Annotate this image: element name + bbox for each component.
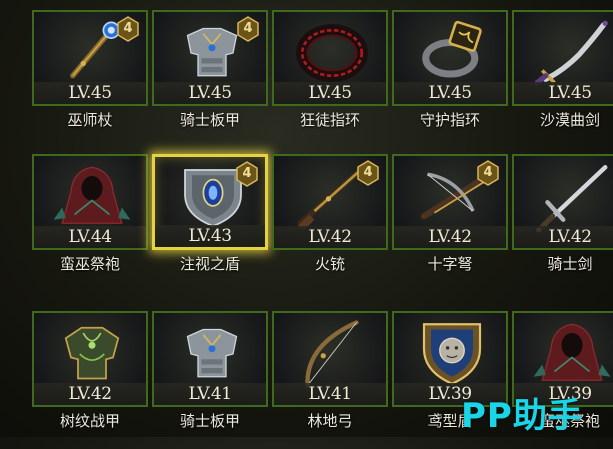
item-level: LV.41	[274, 383, 386, 405]
item-card[interactable]: LV.45	[272, 10, 388, 106]
item-slot[interactable]: 4 LV.42 十字弩	[392, 154, 512, 292]
inventory-grid: 4 LV.45 巫师杖 4 LV.45 骑士板甲 LV.45 狂徒指环 LV.4…	[0, 0, 613, 437]
scimitar-icon	[534, 20, 608, 86]
badge-count: 4	[483, 165, 493, 180]
item-name: 蛮巫祭袍	[59, 255, 120, 273]
item-name: 骑士板甲	[179, 111, 240, 129]
hex-badge-icon: 4	[236, 16, 260, 42]
item-name: 树纹战甲	[59, 412, 120, 430]
item-name: 巫师杖	[67, 111, 113, 129]
item-slot[interactable]: LV.42 骑士剑	[512, 154, 613, 292]
red-ring-icon	[296, 24, 368, 82]
item-card[interactable]: 4 LV.45	[152, 10, 268, 106]
watermark-text: PP助手	[461, 396, 583, 436]
item-card[interactable]: LV.45	[392, 10, 508, 106]
item-slot[interactable]: LV.42 树纹战甲	[32, 311, 152, 449]
hex-badge-icon: 4	[356, 160, 380, 186]
item-slot[interactable]: 4 LV.42 火铳	[272, 154, 392, 292]
item-card[interactable]: LV.41	[152, 311, 268, 407]
item-slot[interactable]: LV.41 骑士板甲	[152, 311, 272, 449]
item-level: LV.45	[274, 82, 386, 104]
item-level: LV.45	[394, 82, 506, 104]
item-name: 守护指环	[419, 111, 480, 129]
hooded-robe-icon	[53, 166, 131, 224]
item-card[interactable]: LV.42	[32, 311, 148, 407]
item-level: LV.45	[514, 82, 613, 104]
item-card[interactable]: LV.45	[512, 10, 613, 106]
item-level: LV.45	[154, 82, 266, 104]
item-name: 十字弩	[427, 255, 473, 273]
badge-count: 4	[123, 21, 133, 36]
item-slot[interactable]: LV.45 狂徒指环	[272, 10, 392, 148]
item-card[interactable]: LV.41	[272, 311, 388, 407]
knight-plate-armor-icon	[186, 328, 238, 378]
item-name: 狂徒指环	[299, 111, 360, 129]
item-card[interactable]: LV.44	[32, 154, 148, 250]
item-card[interactable]: LV.42	[512, 154, 613, 250]
hex-badge-icon: 4	[116, 16, 140, 42]
badge-count: 4	[363, 165, 373, 180]
item-card[interactable]: 4 LV.42	[392, 154, 508, 250]
item-level: LV.42	[34, 383, 146, 405]
hooded-robe-icon	[533, 323, 611, 381]
item-name: 火铳	[314, 255, 345, 273]
item-name: 沙漠曲剑	[539, 111, 600, 129]
item-slot[interactable]: 4 LV.45 巫师杖	[32, 10, 152, 148]
item-slot[interactable]: LV.45 沙漠曲剑	[512, 10, 613, 148]
item-level: LV.45	[34, 82, 146, 104]
hex-badge-icon: 4	[476, 160, 500, 186]
item-slot[interactable]: 4 LV.43 注视之盾	[152, 154, 272, 292]
item-card[interactable]: 4 LV.45	[32, 10, 148, 106]
longsword-icon	[536, 165, 608, 232]
green-armor-icon	[64, 326, 120, 380]
item-name: 注视之盾	[179, 255, 240, 273]
item-card[interactable]: 4 LV.43	[152, 154, 268, 250]
gold-ring-icon	[422, 20, 482, 78]
item-level: LV.42	[274, 226, 386, 248]
longbow-icon	[305, 320, 359, 388]
item-slot[interactable]: 4 LV.45 骑士板甲	[152, 10, 272, 148]
item-level: LV.42	[514, 226, 613, 248]
badge-count: 4	[242, 166, 252, 181]
item-card[interactable]: 4 LV.42	[272, 154, 388, 250]
item-name: 骑士剑	[547, 255, 593, 273]
item-slot[interactable]: LV.44 蛮巫祭袍	[32, 154, 152, 292]
item-name: 骑士板甲	[179, 412, 240, 430]
lion-shield-icon	[422, 323, 482, 385]
item-level: LV.42	[394, 226, 506, 248]
item-slot[interactable]: LV.45 守护指环	[392, 10, 512, 148]
item-level: LV.44	[34, 226, 146, 248]
hex-badge-icon: 4	[235, 161, 259, 187]
badge-count: 4	[243, 21, 253, 36]
item-slot[interactable]: LV.41 林地弓	[272, 311, 392, 449]
item-level: LV.41	[154, 383, 266, 405]
item-level: LV.43	[155, 225, 265, 247]
item-name: 林地弓	[307, 412, 353, 430]
